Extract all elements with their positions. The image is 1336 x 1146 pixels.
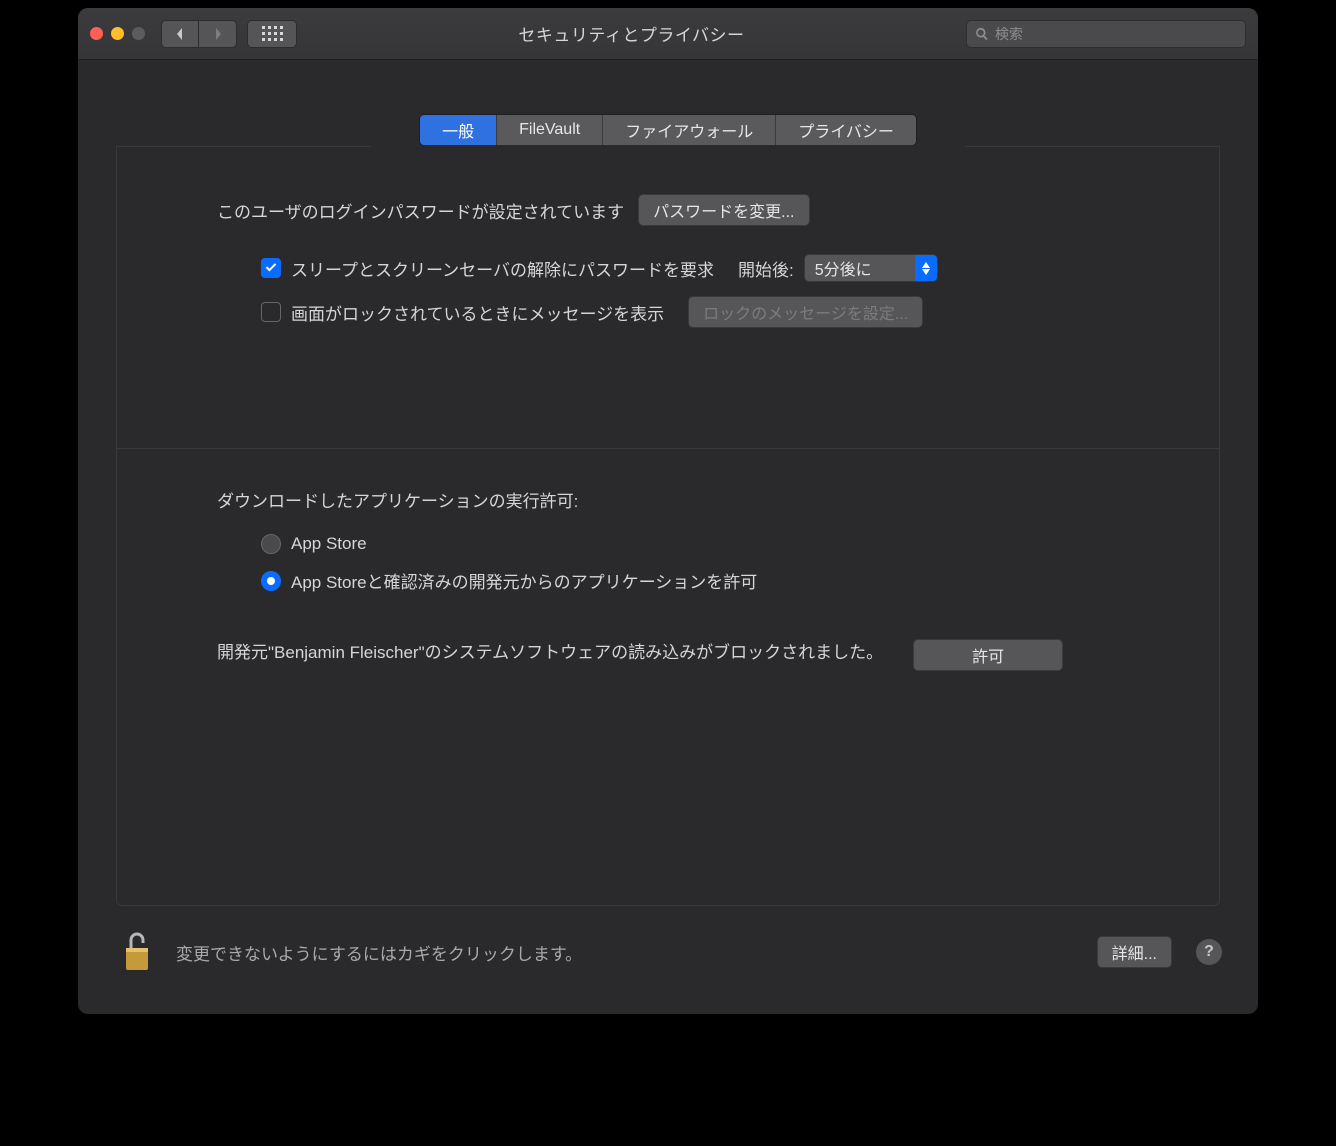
show-lock-message-row: 画面がロックされているときにメッセージを表示 ロックのメッセージを設定... xyxy=(261,296,1119,328)
divider xyxy=(117,448,1219,449)
advanced-button[interactable]: 詳細... xyxy=(1097,936,1172,968)
tab-privacy[interactable]: プライバシー xyxy=(776,115,916,145)
radio-appstore[interactable] xyxy=(261,534,281,554)
tab-row: 一般 FileVault ファイアウォール プライバシー xyxy=(78,114,1258,146)
radio-identified-row: App Storeと確認済みの開発元からのアプリケーションを許可 xyxy=(261,568,1119,593)
unlocked-lock-icon xyxy=(122,930,152,970)
radio-identified-label: App Storeと確認済みの開発元からのアプリケーションを許可 xyxy=(291,568,757,593)
search-input[interactable] xyxy=(995,26,1237,42)
stepper-icon xyxy=(915,255,937,281)
tab-filevault[interactable]: FileVault xyxy=(497,115,603,145)
window-controls xyxy=(90,27,145,40)
show-lock-message-label: 画面がロックされているときにメッセージを表示 xyxy=(291,300,664,325)
allow-apps-heading: ダウンロードしたアプリケーションの実行許可: xyxy=(217,487,1119,512)
footer: 変更できないようにするにはカギをクリックします。 詳細... ? xyxy=(78,906,1258,998)
minimize-window-button[interactable] xyxy=(111,27,124,40)
lock-button[interactable] xyxy=(122,930,152,975)
password-delay-select[interactable]: 5分後に xyxy=(804,254,938,282)
window-title: セキュリティとプライバシー xyxy=(297,21,966,46)
change-password-button[interactable]: パスワードを変更... xyxy=(638,194,809,226)
password-delay-value: 5分後に xyxy=(805,255,915,281)
general-panel: このユーザのログインパスワードが設定されています パスワードを変更... スリー… xyxy=(116,146,1220,906)
radio-appstore-row: App Store xyxy=(261,534,1119,554)
nav-group xyxy=(161,20,237,48)
preferences-window: セキュリティとプライバシー 一般 FileVault ファイアウォール プライバ… xyxy=(78,8,1258,1014)
grid-icon xyxy=(262,26,283,41)
require-password-checkbox[interactable] xyxy=(261,258,281,278)
allow-button[interactable]: 許可 xyxy=(913,639,1063,671)
radio-appstore-label: App Store xyxy=(291,534,367,554)
search-icon xyxy=(975,27,989,41)
blocked-software-row: 開発元"Benjamin Fleischer"のシステムソフトウェアの読み込みが… xyxy=(217,639,1119,671)
forward-button[interactable] xyxy=(199,20,237,48)
require-password-label: スリープとスクリーンセーバの解除にパスワードを要求 xyxy=(291,256,714,281)
show-lock-message-checkbox[interactable] xyxy=(261,302,281,322)
radio-identified[interactable] xyxy=(261,571,281,591)
blocked-software-text: 開発元"Benjamin Fleischer"のシステムソフトウェアの読み込みが… xyxy=(217,639,883,666)
tab-firewall[interactable]: ファイアウォール xyxy=(603,115,776,145)
close-window-button[interactable] xyxy=(90,27,103,40)
zoom-window-button[interactable] xyxy=(132,27,145,40)
require-password-row: スリープとスクリーンセーバの解除にパスワードを要求 開始後: 5分後に xyxy=(261,254,1119,282)
show-all-button[interactable] xyxy=(247,20,297,48)
help-button[interactable]: ? xyxy=(1196,939,1222,965)
titlebar: セキュリティとプライバシー xyxy=(78,8,1258,60)
checkmark-icon xyxy=(264,261,278,275)
login-password-row: このユーザのログインパスワードが設定されています パスワードを変更... xyxy=(217,194,1119,226)
set-lock-message-button: ロックのメッセージを設定... xyxy=(688,296,923,328)
tab-general[interactable]: 一般 xyxy=(420,115,497,145)
back-button[interactable] xyxy=(161,20,199,48)
lock-hint-text: 変更できないようにするにはカギをクリックします。 xyxy=(176,940,1073,965)
search-field[interactable] xyxy=(966,20,1246,48)
after-label: 開始後: xyxy=(738,256,794,281)
tabs: 一般 FileVault ファイアウォール プライバシー xyxy=(419,114,917,146)
login-password-text: このユーザのログインパスワードが設定されています xyxy=(217,198,624,223)
